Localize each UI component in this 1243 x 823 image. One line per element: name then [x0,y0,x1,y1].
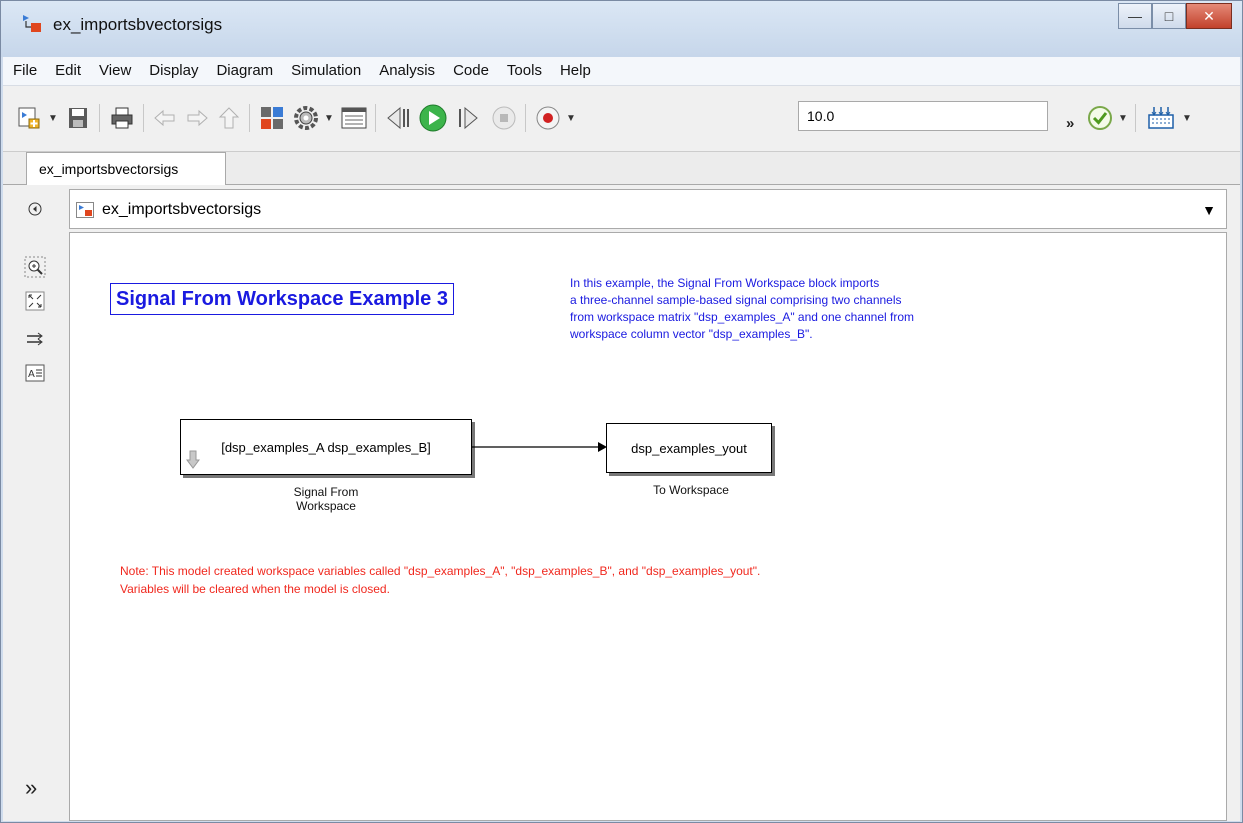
explorer-bar: ex_importsbvectorsigs ▼ [69,189,1227,229]
save-icon[interactable] [63,102,93,134]
menu-code[interactable]: Code [444,57,498,85]
tab-strip: ex_importsbvectorsigs [3,151,1240,186]
step-forward-icon[interactable] [453,102,483,134]
record-icon[interactable] [533,102,563,134]
menu-simulation[interactable]: Simulation [282,57,370,85]
menu-display[interactable]: Display [140,57,207,85]
signal-line[interactable] [472,437,608,457]
block-parameter-text: [dsp_examples_A dsp_examples_B] [221,439,431,455]
model-canvas[interactable]: Signal From Workspace Example 3 In this … [69,232,1227,821]
library-browser-icon[interactable] [257,102,287,134]
sink-block-label[interactable]: To Workspace [616,483,766,497]
title-bar: ex_importsbvectorsigs — □ ✕ [1,1,1242,57]
block-variable-text: dsp_examples_yout [631,440,747,456]
run-icon[interactable] [417,102,449,134]
svg-text:A: A [28,369,35,380]
print-icon[interactable] [107,102,137,134]
build-icon[interactable] [1145,102,1177,134]
menu-edit[interactable]: Edit [46,57,90,85]
menu-bar: File Edit View Display Diagram Simulatio… [3,57,1240,85]
stop-icon[interactable] [489,102,519,134]
import-arrow-icon [186,450,200,469]
annotation-icon[interactable]: A [23,361,47,385]
simulink-window: ex_importsbvectorsigs — □ ✕ File Edit Vi… [0,0,1243,823]
menu-view[interactable]: View [90,57,140,85]
description-line: workspace column vector "dsp_examples_B"… [570,327,813,341]
signal-lines-icon[interactable] [23,327,47,351]
record-dropdown-icon[interactable]: ▼ [565,102,577,134]
new-model-dropdown-icon[interactable]: ▼ [47,102,59,134]
toolbar-overflow-icon[interactable]: » [1066,115,1074,132]
note-annotation[interactable]: Note: This model created workspace varia… [120,562,760,598]
model-icon [76,202,94,218]
example-title[interactable]: Signal From Workspace Example 3 [110,283,454,315]
menu-file[interactable]: File [3,57,46,85]
window-title: ex_importsbvectorsigs [53,15,223,34]
source-label-line: Workspace [296,499,356,513]
to-workspace-block[interactable]: dsp_examples_yout [606,423,772,473]
model-config-icon[interactable] [291,102,321,134]
forward-icon[interactable] [183,102,211,134]
source-block-label[interactable]: Signal From Workspace [266,485,386,513]
model-path[interactable]: ex_importsbvectorsigs [102,201,261,219]
menu-analysis[interactable]: Analysis [370,57,444,85]
build-dropdown-icon[interactable]: ▼ [1181,102,1193,134]
close-button[interactable]: ✕ [1186,3,1232,29]
fit-to-view-icon[interactable] [23,289,47,313]
new-model-icon[interactable] [15,102,45,134]
signal-from-workspace-block[interactable]: [dsp_examples_A dsp_examples_B] [180,419,472,475]
editor-area: ex_importsbvectorsigs ▼ Signal From Work… [69,185,1240,821]
source-label-line: Signal From [293,485,359,499]
step-back-icon[interactable] [383,102,413,134]
description-line: from workspace matrix "dsp_examples_A" a… [570,310,915,324]
menu-diagram[interactable]: Diagram [207,57,282,85]
path-dropdown-icon[interactable]: ▼ [1202,202,1216,218]
back-icon[interactable] [151,102,179,134]
left-palette: A » [3,185,69,821]
model-config-dropdown-icon[interactable]: ▼ [323,102,335,134]
menu-tools[interactable]: Tools [498,57,551,85]
simulink-model-icon [23,15,41,32]
description-line: a three-channel sample-based signal comp… [570,293,902,307]
description-line: In this example, the Signal From Workspa… [570,276,880,290]
up-icon[interactable] [215,102,243,134]
tab-model[interactable]: ex_importsbvectorsigs [26,152,226,186]
expand-palette-icon[interactable]: » [25,775,37,801]
model-explorer-icon[interactable] [339,102,369,134]
maximize-button[interactable]: □ [1152,3,1186,29]
stop-time-input[interactable]: 10.0 [798,101,1048,131]
model-advisor-dropdown-icon[interactable]: ▼ [1117,102,1129,134]
description-annotation[interactable]: In this example, the Signal From Workspa… [570,275,1030,343]
note-line: Variables will be cleared when the model… [120,582,390,596]
minimize-button[interactable]: — [1118,3,1152,29]
zoom-icon[interactable] [23,255,47,279]
model-advisor-icon[interactable] [1085,102,1115,134]
toolbar: ▼ ▼ ▼ » ▼ ▼ [3,85,1240,151]
menu-help[interactable]: Help [551,57,600,85]
note-line: Note: This model created workspace varia… [120,564,761,578]
hide-explorer-icon[interactable] [23,197,47,221]
